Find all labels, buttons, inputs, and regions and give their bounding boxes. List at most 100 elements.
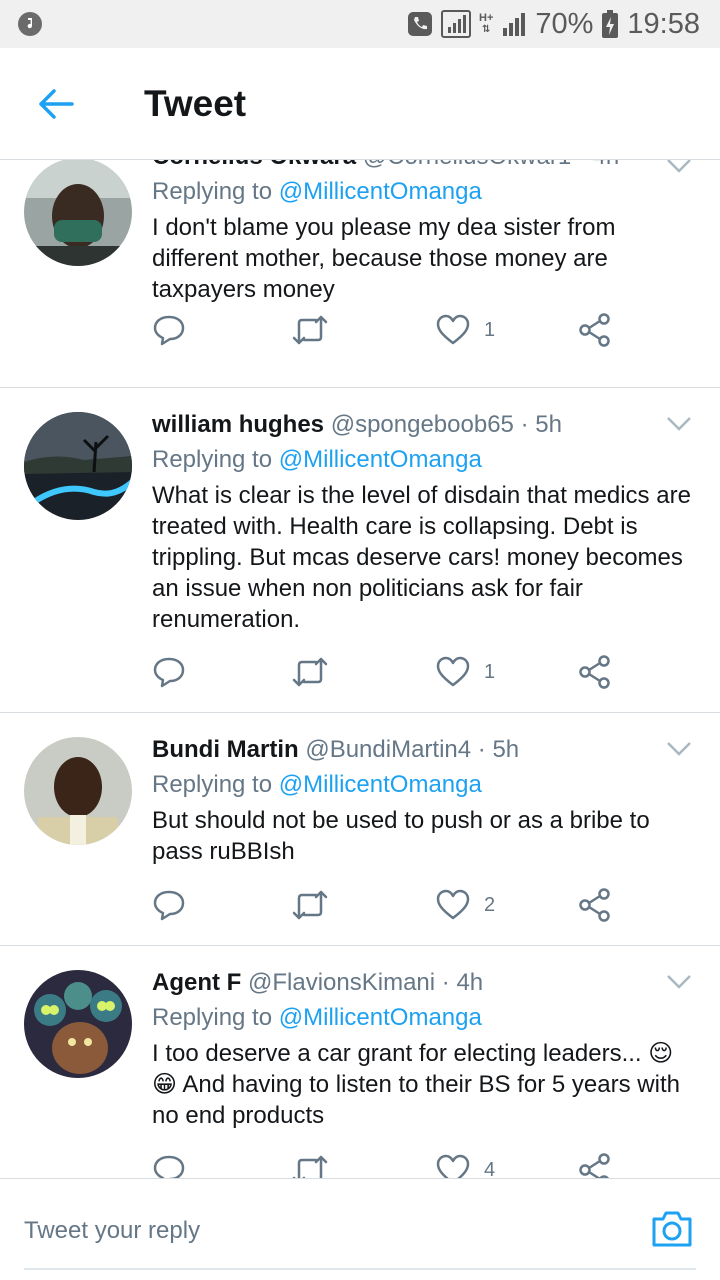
like-button[interactable]: 1 bbox=[436, 310, 495, 350]
share-icon bbox=[579, 888, 610, 922]
chevron-down-icon[interactable] bbox=[666, 741, 692, 757]
tweet-actions: 1 bbox=[152, 652, 622, 692]
clock: 19:58 bbox=[627, 7, 700, 40]
replying-label: Replying to bbox=[152, 446, 273, 473]
app-header: Tweet bbox=[0, 48, 720, 160]
like-count: 4 bbox=[484, 1158, 496, 1179]
replying-to-handle[interactable]: @MillicentOmanga bbox=[279, 178, 482, 205]
replying-to: Replying to @MillicentOmanga bbox=[152, 1002, 696, 1034]
replies-feed[interactable]: Cornelius Okwara @CorneliusOkwar1 · 4h R… bbox=[0, 160, 720, 1178]
chevron-down-icon[interactable] bbox=[666, 416, 692, 432]
share-icon bbox=[579, 1153, 610, 1178]
reply-button[interactable] bbox=[152, 652, 186, 692]
user-handle: @CorneliusOkwar1 bbox=[363, 160, 571, 170]
retweet-icon bbox=[292, 890, 328, 920]
phone-call-icon bbox=[407, 11, 433, 37]
back-button[interactable] bbox=[0, 48, 112, 160]
replying-to-handle[interactable]: @MillicentOmanga bbox=[279, 446, 482, 473]
avatar[interactable] bbox=[24, 970, 132, 1078]
tweet-header: Cornelius Okwara @CorneliusOkwar1 · 4h bbox=[152, 160, 696, 172]
user-handle: @spongeboob65 bbox=[330, 411, 514, 438]
replying-to: Replying to @MillicentOmanga bbox=[152, 769, 696, 801]
chevron-down-icon[interactable] bbox=[666, 160, 692, 174]
reply-icon bbox=[153, 1155, 185, 1178]
tweet-actions: 2 bbox=[152, 885, 622, 925]
reply-compose-bar[interactable]: Tweet your reply bbox=[0, 1178, 720, 1280]
camera-button[interactable] bbox=[650, 1209, 694, 1254]
network-type-icon: H+ ⇅ bbox=[479, 12, 494, 36]
share-button[interactable] bbox=[578, 885, 612, 925]
replying-to-handle[interactable]: @MillicentOmanga bbox=[279, 771, 482, 798]
tweet-header: Agent F @FlavionsKimani · 4h bbox=[152, 969, 484, 996]
tweet-time: 4h bbox=[593, 160, 620, 170]
user-name[interactable]: Agent F bbox=[152, 969, 241, 996]
retweet-button[interactable] bbox=[292, 652, 328, 692]
network-type-label: H+ bbox=[479, 12, 494, 24]
replying-to-handle[interactable]: @MillicentOmanga bbox=[279, 1004, 482, 1031]
tweet-text: I don't blame you please my dea sister f… bbox=[152, 214, 616, 303]
tweet-header: Bundi Martin @BundiMartin4 · 5h bbox=[152, 736, 520, 763]
like-button[interactable]: 1 bbox=[436, 652, 495, 692]
retweet-button[interactable] bbox=[292, 310, 328, 350]
tweet-item[interactable]: Cornelius Okwara @CorneliusOkwar1 · 4h R… bbox=[0, 160, 720, 388]
like-count: 2 bbox=[484, 893, 496, 916]
user-name[interactable]: william hughes bbox=[152, 411, 324, 438]
music-notification-icon bbox=[18, 12, 42, 36]
heart-icon bbox=[436, 889, 470, 920]
share-button[interactable] bbox=[578, 1150, 612, 1178]
reply-icon bbox=[153, 315, 185, 346]
reply-button[interactable] bbox=[152, 1150, 186, 1178]
retweet-icon bbox=[292, 315, 328, 345]
tweet-actions: 1 bbox=[152, 310, 622, 350]
signal-bars-icon bbox=[501, 11, 527, 37]
retweet-icon bbox=[292, 657, 328, 687]
camera-icon bbox=[652, 1211, 692, 1247]
tweet-item[interactable]: william hughes @spongeboob65 · 5h Replyi… bbox=[0, 388, 720, 713]
arrow-left-icon bbox=[39, 88, 74, 119]
replying-label: Replying to bbox=[152, 1004, 273, 1031]
share-icon bbox=[579, 655, 610, 689]
status-bar: H+ ⇅ 70% 19:58 bbox=[0, 0, 720, 48]
battery-percentage: 70% bbox=[535, 7, 594, 40]
user-handle: @FlavionsKimani bbox=[248, 969, 436, 996]
user-name[interactable]: Cornelius Okwara bbox=[152, 160, 356, 170]
user-handle: @BundiMartin4 bbox=[305, 736, 472, 763]
user-name[interactable]: Bundi Martin bbox=[152, 736, 299, 763]
replying-label: Replying to bbox=[152, 178, 273, 205]
input-underline bbox=[24, 1268, 696, 1270]
share-button[interactable] bbox=[578, 310, 612, 350]
like-count: 1 bbox=[484, 318, 496, 341]
retweet-button[interactable] bbox=[292, 1150, 328, 1178]
tweet-item[interactable]: Agent F @FlavionsKimani · 4h Replying to… bbox=[0, 946, 720, 1178]
tweet-header: william hughes @spongeboob65 · 5h bbox=[152, 411, 562, 438]
tweet-item[interactable]: Bundi Martin @BundiMartin4 · 5h Replying… bbox=[0, 713, 720, 946]
reply-button[interactable] bbox=[152, 310, 186, 350]
reply-input[interactable]: Tweet your reply bbox=[24, 1217, 200, 1245]
avatar[interactable] bbox=[24, 160, 132, 266]
like-button[interactable]: 2 bbox=[436, 885, 495, 925]
share-icon bbox=[579, 313, 610, 347]
like-button[interactable]: 4 bbox=[436, 1150, 495, 1178]
battery-charging-icon bbox=[601, 9, 619, 39]
avatar[interactable] bbox=[24, 412, 132, 520]
replying-label: Replying to bbox=[152, 771, 273, 798]
tweet-time: 5h bbox=[492, 736, 520, 763]
heart-icon bbox=[436, 314, 470, 345]
tweet-time: 5h bbox=[535, 411, 562, 438]
heart-icon bbox=[436, 656, 470, 687]
reply-icon bbox=[153, 657, 185, 688]
reply-button[interactable] bbox=[152, 885, 186, 925]
avatar[interactable] bbox=[24, 737, 132, 845]
share-button[interactable] bbox=[578, 652, 612, 692]
tweet-text: What is clear is the level of disdain th… bbox=[152, 482, 691, 633]
replying-to: Replying to @MillicentOmanga bbox=[152, 176, 696, 208]
tweet-time: 4h bbox=[456, 969, 484, 996]
like-count: 1 bbox=[484, 660, 496, 683]
tweet-text: But should not be used to push or as a b… bbox=[152, 807, 650, 865]
retweet-icon bbox=[292, 1155, 328, 1178]
chevron-down-icon[interactable] bbox=[666, 974, 692, 990]
reply-icon bbox=[153, 890, 185, 921]
retweet-button[interactable] bbox=[292, 885, 328, 925]
page-title: Tweet bbox=[144, 82, 247, 124]
tweet-actions: 4 bbox=[152, 1150, 622, 1178]
